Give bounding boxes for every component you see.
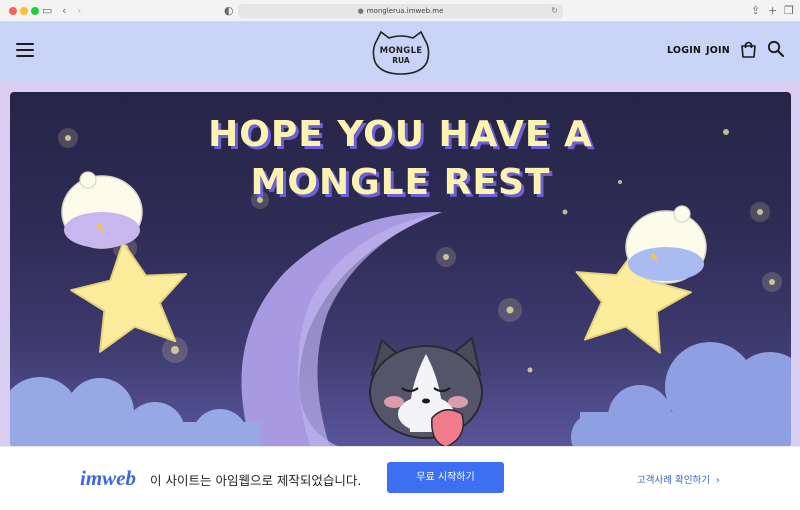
site-header: MONGLE RUA LOGIN JOIN	[0, 22, 800, 82]
shopping-bag-icon[interactable]	[740, 40, 757, 58]
address-bar[interactable]: ● monglerua.imweb.me ↻	[238, 4, 563, 18]
left-star	[70, 241, 188, 353]
site-logo[interactable]: MONGLE RUA	[367, 30, 435, 76]
logo-text-mongle: MONGLE	[379, 46, 423, 56]
left-cloud	[10, 377, 260, 447]
customer-cases-link[interactable]: 고객사례 확인하기 ›	[637, 472, 720, 486]
forward-icon[interactable]: ›	[77, 3, 81, 19]
right-cloud	[571, 342, 791, 447]
hero-title-line-1: HOPE YOU HAVE A	[208, 114, 593, 155]
logo-text-rua: RUA	[392, 56, 410, 65]
close-window-button[interactable]	[9, 7, 17, 15]
tabs-icon[interactable]: ❐	[784, 3, 794, 19]
imweb-message: 이 사이트는 아임웹으로 제작되었습니다.	[150, 473, 362, 488]
url-text: monglerua.imweb.me	[366, 7, 444, 15]
imweb-promo-bar: imweb 이 사이트는 아임웹으로 제작되었습니다. 무료 시작하기 고객사례…	[0, 446, 800, 510]
hero-banner[interactable]: HOPE YOU HAVE A MONGLE REST	[10, 92, 791, 447]
new-tab-icon[interactable]: +	[768, 3, 777, 19]
join-link[interactable]: JOIN	[706, 45, 730, 56]
sidebar-icon[interactable]: ▭	[42, 3, 52, 19]
menu-icon[interactable]	[16, 43, 34, 57]
chevron-right-icon: ›	[715, 475, 720, 486]
login-link[interactable]: LOGIN	[667, 45, 701, 56]
browser-toolbar: ▭ ‹ › ◐ ● monglerua.imweb.me ↻ ⇪ + ❐	[0, 0, 800, 22]
zoom-window-button[interactable]	[31, 7, 39, 15]
back-icon[interactable]: ‹	[62, 3, 66, 19]
share-icon[interactable]: ⇪	[751, 3, 760, 19]
imweb-logo[interactable]: imweb	[80, 466, 136, 491]
lock-icon: ●	[357, 7, 364, 15]
reload-icon[interactable]: ↻	[551, 4, 558, 18]
customer-cases-label: 고객사례 확인하기	[637, 475, 710, 486]
sleeping-cat	[369, 336, 483, 447]
search-icon[interactable]	[767, 40, 784, 57]
privacy-icon[interactable]: ◐	[224, 3, 234, 19]
hero-title-line-2: MONGLE REST	[250, 162, 551, 203]
minimize-window-button[interactable]	[20, 7, 28, 15]
free-start-button[interactable]: 무료 시작하기	[387, 462, 504, 493]
